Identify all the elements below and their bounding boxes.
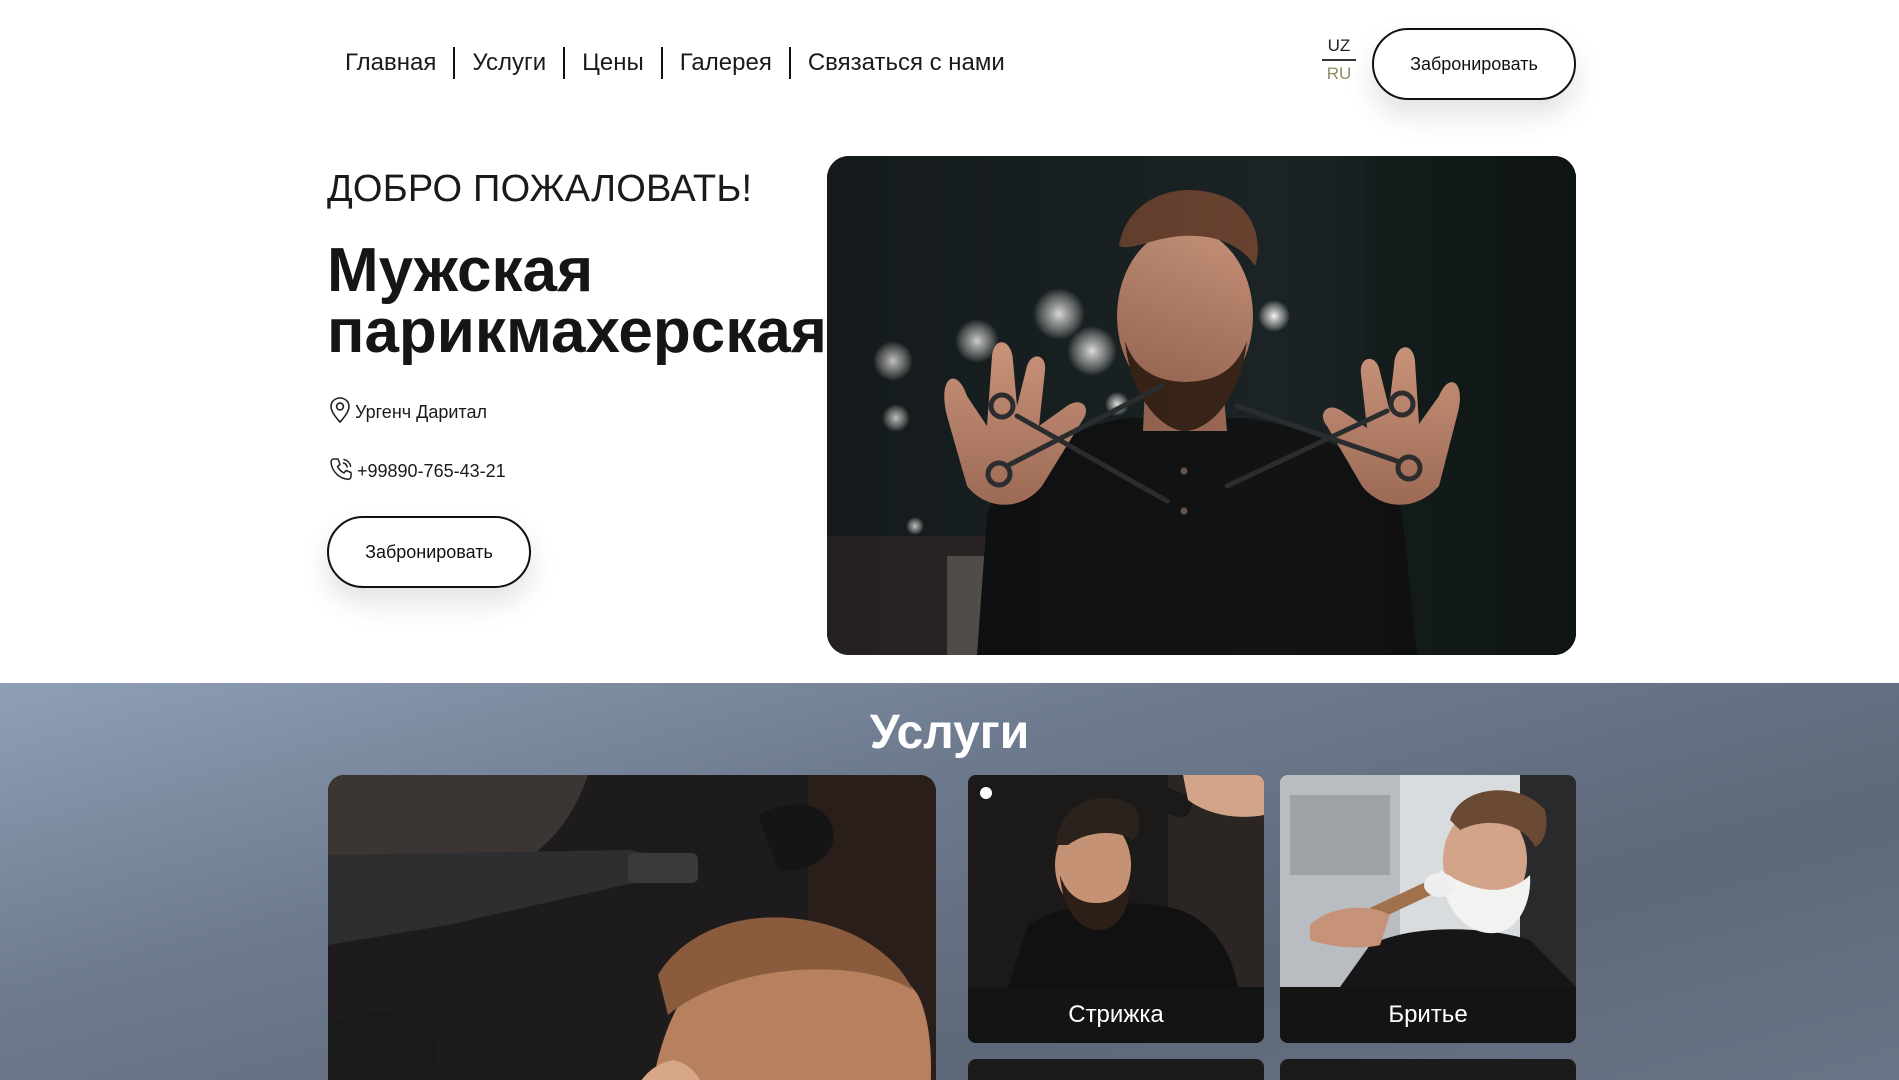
services-feature-photo <box>328 775 936 1080</box>
address-line: Ургенч Даритал <box>328 396 487 429</box>
header-book-button[interactable]: Забронировать <box>1372 28 1576 100</box>
haircut-photo <box>968 775 1264 987</box>
language-switcher: UZ RU <box>1322 36 1356 84</box>
service-card-label: Бритье <box>1280 987 1576 1043</box>
page-title: Мужская парикмахерская <box>327 236 827 366</box>
phone-link[interactable]: +99890-765-43-21 <box>357 461 506 482</box>
shave-photo <box>1280 775 1576 987</box>
location-pin-icon <box>328 396 355 429</box>
nav-item-services[interactable]: Услуги <box>455 46 563 80</box>
hero-barber-photo <box>827 156 1576 655</box>
nav-item-contact[interactable]: Связаться с нами <box>791 46 1022 80</box>
services-heading: Услуги <box>869 706 1030 759</box>
nav-item-prices[interactable]: Цены <box>565 46 661 80</box>
main-nav: Главная Услуги Цены Галерея Связаться с … <box>328 46 1022 80</box>
site-header: Главная Услуги Цены Галерея Связаться с … <box>0 0 1899 130</box>
welcome-heading: ДОБРО ПОЖАЛОВАТЬ! <box>327 168 753 210</box>
address-text: Ургенч Даритал <box>355 402 487 422</box>
lang-uz-option[interactable]: UZ <box>1322 36 1356 61</box>
nav-item-gallery[interactable]: Галерея <box>663 46 789 80</box>
service-card-label: Стрижка <box>968 987 1264 1043</box>
service-card-shave[interactable]: Бритье <box>1280 775 1576 1043</box>
service-card-partial[interactable] <box>968 1059 1264 1080</box>
lang-ru-option[interactable]: RU <box>1322 61 1356 84</box>
services-section: Услуги Стрижка Бритье <box>0 683 1899 1080</box>
service-card-partial[interactable] <box>1280 1059 1576 1080</box>
service-card-haircut[interactable]: Стрижка <box>968 775 1264 1043</box>
phone-line: +99890-765-43-21 <box>328 456 506 487</box>
hero-book-button[interactable]: Забронировать <box>327 516 531 588</box>
phone-icon <box>328 456 357 487</box>
nav-item-home[interactable]: Главная <box>328 46 453 80</box>
